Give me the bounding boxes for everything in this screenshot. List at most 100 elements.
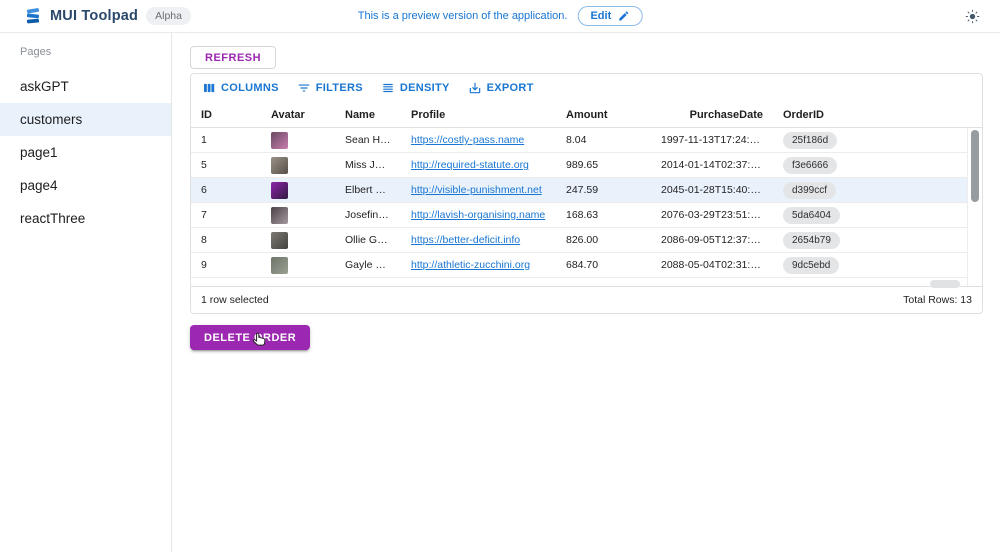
cell-name: Elbert McL... xyxy=(335,184,401,196)
total-rows: Total Rows: 13 xyxy=(903,294,972,306)
avatar-image xyxy=(271,232,288,249)
selection-status: 1 row selected xyxy=(201,294,269,306)
theme-toggle-button[interactable] xyxy=(961,5,984,28)
preview-text: This is a preview version of the applica… xyxy=(358,10,568,22)
toolbar-button-label: FILTERS xyxy=(316,82,363,94)
sidebar-item-customers[interactable]: customers xyxy=(0,103,171,136)
profile-link[interactable]: http://athletic-zucchini.org xyxy=(411,259,530,271)
table-row[interactable]: 8Ollie Green...https://better-deficit.in… xyxy=(191,228,967,253)
export-icon xyxy=(468,81,482,95)
column-header-purchasedate[interactable]: PurchaseDate xyxy=(651,109,773,121)
density-icon xyxy=(381,81,395,95)
sidebar-section-label: Pages xyxy=(0,41,171,70)
table-row[interactable]: 7Josefina P...http://lavish-organising.n… xyxy=(191,203,967,228)
profile-link[interactable]: http://lavish-organising.name xyxy=(411,209,545,221)
table-row[interactable]: 1Sean Harrishttps://costly-pass.name8.04… xyxy=(191,128,967,153)
cell-order-id: 2654b79 xyxy=(773,232,967,249)
table-row[interactable]: 6 Elbert McL... http://visible-punishment.… xyxy=(191,178,967,203)
cell-amount: 8.04 xyxy=(556,134,651,146)
top-app-bar: MUI Toolpad Alpha This is a preview vers… xyxy=(0,0,1000,33)
columns-button[interactable]: COLUMNS xyxy=(195,77,286,99)
cell-amount: 989.65 xyxy=(556,159,651,171)
toolbar-button-label: COLUMNS xyxy=(221,82,279,94)
filters-icon xyxy=(297,81,311,95)
cell-id: 9 xyxy=(191,259,261,271)
export-button[interactable]: EXPORT xyxy=(461,77,541,99)
pencil-icon xyxy=(617,10,629,22)
sidebar-item-page1[interactable]: page1 xyxy=(0,136,171,169)
sidebar-item-page4[interactable]: page4 xyxy=(0,169,171,202)
cell-id: 6 xyxy=(191,184,261,196)
cell-name: Sean Harris xyxy=(335,134,401,146)
edit-button-label: Edit xyxy=(590,10,611,22)
column-header-profile[interactable]: Profile xyxy=(401,109,556,121)
cell-purchase-date: 1997-11-13T17:24:11.769Z xyxy=(651,134,773,146)
profile-link[interactable]: https://costly-pass.name xyxy=(411,134,524,146)
cell-order-id: 25f186d xyxy=(773,132,967,149)
app-title: MUI Toolpad xyxy=(50,8,138,24)
order-id-chip: 2654b79 xyxy=(783,232,840,249)
cell-avatar xyxy=(261,207,335,224)
vertical-scrollbar[interactable] xyxy=(971,130,979,202)
delete-order-button[interactable]: DELETE ORDER xyxy=(190,325,310,350)
density-button[interactable]: DENSITY xyxy=(374,77,457,99)
cell-name: Miss Juan ... xyxy=(335,159,401,171)
profile-link[interactable]: http://visible-punishment.net xyxy=(411,184,542,196)
horizontal-scrollbar[interactable] xyxy=(930,280,960,288)
cell-purchase-date: 2014-01-14T02:37:28.536Z xyxy=(651,159,773,171)
cell-purchase-date: 2086-09-05T12:37:27.015Z xyxy=(651,234,773,246)
cell-order-id: 9dc5ebd xyxy=(773,257,967,274)
avatar-image xyxy=(271,207,288,224)
cell-purchase-date: 2088-05-04T02:31:03.294Z xyxy=(651,259,773,271)
refresh-button[interactable]: REFRESH xyxy=(190,46,276,69)
toolbar-button-label: EXPORT xyxy=(487,82,534,94)
avatar-image xyxy=(271,182,288,199)
cell-profile: http://athletic-zucchini.org xyxy=(401,259,556,271)
cell-avatar xyxy=(261,232,335,249)
layers-icon xyxy=(24,7,42,25)
table-row[interactable]: 5Miss Juan ...http://required-statute.or… xyxy=(191,153,967,178)
cell-purchase-date: 2076-03-29T23:51:07.968Z xyxy=(651,209,773,221)
preview-banner: This is a preview version of the applica… xyxy=(358,0,643,32)
sidebar: Pages askGPTcustomerspage1page4reactThre… xyxy=(0,33,172,552)
grid-toolbar: COLUMNS FILTERS DENSITY EXPORT xyxy=(191,74,982,102)
cell-avatar xyxy=(261,157,335,174)
cell-profile: https://better-deficit.info xyxy=(401,234,556,246)
cell-id: 7 xyxy=(191,209,261,221)
columns-icon xyxy=(202,81,216,95)
column-header-id[interactable]: ID xyxy=(191,109,261,121)
cell-avatar xyxy=(261,132,335,149)
horizontal-scrollbar-track xyxy=(191,278,967,290)
filters-button[interactable]: FILTERS xyxy=(290,77,370,99)
grid-footer: 1 row selected Total Rows: 13 xyxy=(191,286,982,313)
cell-purchase-date: 2045-01-28T15:40:06.325Z xyxy=(651,184,773,196)
edit-button[interactable]: Edit xyxy=(577,6,642,26)
vertical-scrollbar-track xyxy=(967,128,982,286)
grid-rows: 1Sean Harrishttps://costly-pass.name8.04… xyxy=(191,128,967,286)
avatar-image xyxy=(271,132,288,149)
profile-link[interactable]: https://better-deficit.info xyxy=(411,234,520,246)
cell-order-id: f3e6666 xyxy=(773,157,967,174)
column-header-name[interactable]: Name xyxy=(335,109,401,121)
cell-name: Gayle Den... xyxy=(335,259,401,271)
column-header-amount[interactable]: Amount xyxy=(556,109,651,121)
column-header-orderid[interactable]: OrderID xyxy=(773,109,967,121)
cell-amount: 168.63 xyxy=(556,209,651,221)
column-header-avatar[interactable]: Avatar xyxy=(261,109,335,121)
cell-avatar xyxy=(261,182,335,199)
avatar-image xyxy=(271,257,288,274)
cell-order-id: 5da6404 xyxy=(773,207,967,224)
sun-icon xyxy=(965,9,980,24)
profile-link[interactable]: http://required-statute.org xyxy=(411,159,529,171)
cell-order-id: d399ccf xyxy=(773,182,967,199)
layout: Pages askGPTcustomerspage1page4reactThre… xyxy=(0,33,1000,552)
data-grid: COLUMNS FILTERS DENSITY EXPORT IDAvatarName… xyxy=(190,73,983,314)
cell-profile: http://lavish-organising.name xyxy=(401,209,556,221)
table-row[interactable]: 9 Gayle Den... http://athletic-zucchini.or… xyxy=(191,253,967,278)
grid-body: 1Sean Harrishttps://costly-pass.name8.04… xyxy=(191,128,982,286)
sidebar-item-reactThree[interactable]: reactThree xyxy=(0,202,171,235)
cell-amount: 826.00 xyxy=(556,234,651,246)
app-window: MUI Toolpad Alpha This is a preview vers… xyxy=(0,0,1000,552)
sidebar-item-askGPT[interactable]: askGPT xyxy=(0,70,171,103)
avatar-image xyxy=(271,157,288,174)
